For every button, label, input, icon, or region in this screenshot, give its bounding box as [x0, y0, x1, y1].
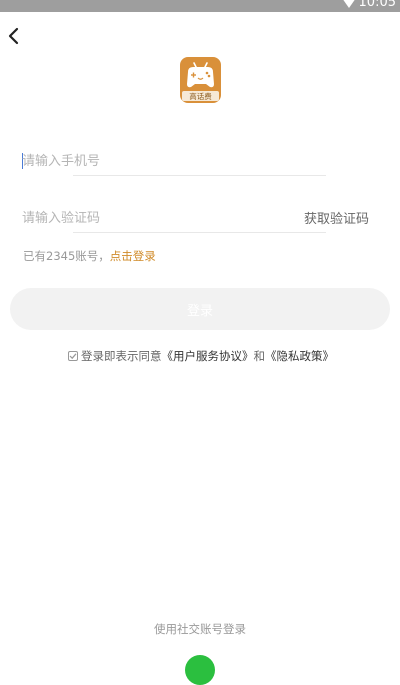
back-button[interactable] [2, 24, 26, 48]
app-logo: 高话费 [180, 57, 221, 103]
agreement-row: 登录即表示同意 《用户服务协议》 和 《隐私政策》 [68, 348, 334, 364]
privacy-link[interactable]: 《隐私政策》 [265, 348, 334, 364]
agreement-prefix: 登录即表示同意 [81, 349, 162, 363]
get-code-button[interactable]: 获取验证码 [304, 208, 369, 227]
account-hint: 已有2345账号，点击登录 [23, 248, 156, 264]
phone-input[interactable] [22, 151, 322, 171]
code-underline [73, 232, 326, 233]
logo-text: 高话费 [189, 91, 212, 101]
check-icon [69, 353, 77, 360]
gamepad-logo-icon: 高话费 [180, 57, 221, 103]
verification-code-input[interactable] [22, 208, 292, 228]
status-time: 10:05 [358, 0, 396, 10]
agreement-and: 和 [253, 349, 266, 363]
login-button[interactable]: 登录 [10, 288, 390, 330]
phone-underline [73, 175, 326, 176]
account-hint-text: 已有2345账号， [23, 249, 110, 263]
status-bar: 10:05 [0, 0, 400, 12]
chevron-left-icon [8, 27, 19, 45]
terms-link[interactable]: 《用户服务协议》 [162, 348, 254, 364]
social-login-label: 使用社交账号登录 [154, 622, 246, 636]
wifi-icon [342, 0, 356, 8]
agree-checkbox[interactable] [68, 351, 78, 361]
login-link[interactable]: 点击登录 [110, 249, 156, 263]
